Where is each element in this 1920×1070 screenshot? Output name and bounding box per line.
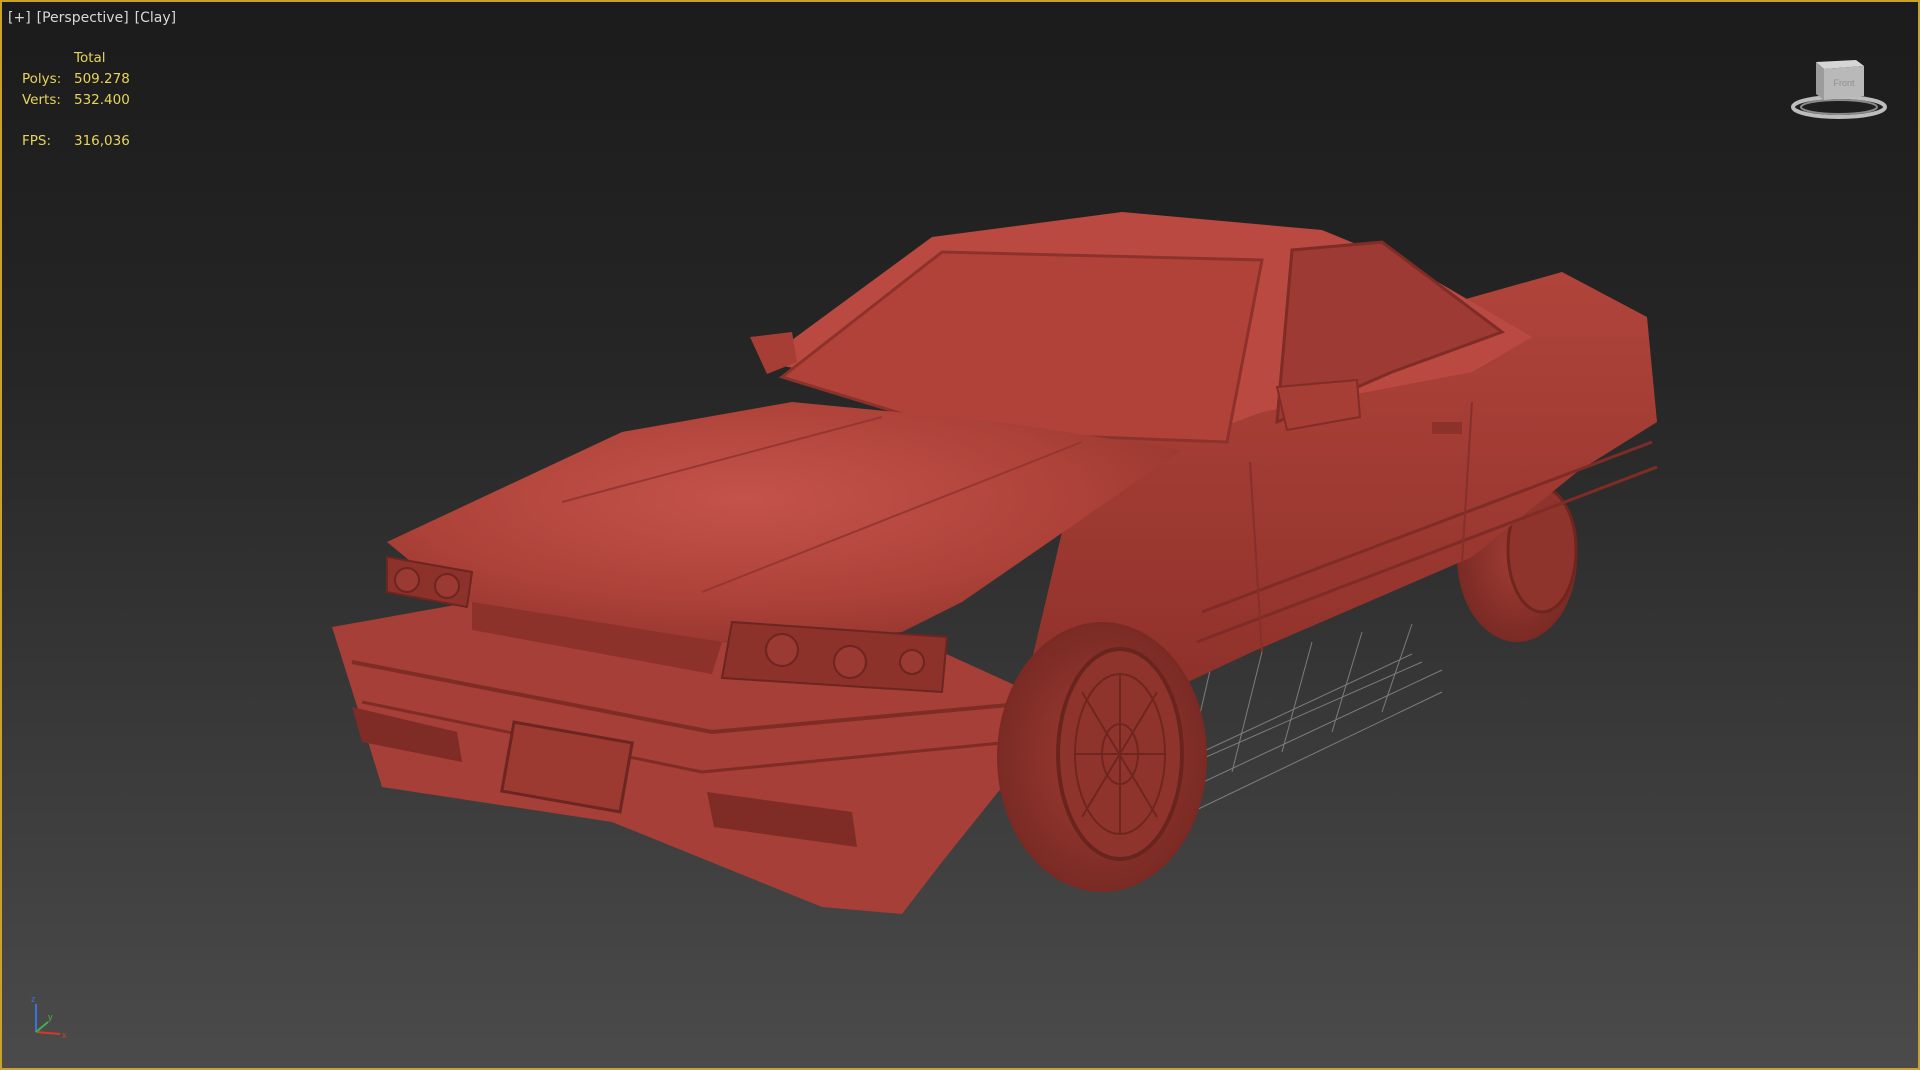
viewcube[interactable]: Front xyxy=(1784,52,1894,122)
door-handle xyxy=(1432,422,1462,434)
car-model[interactable] xyxy=(332,212,1658,914)
perspective-viewport[interactable]: [+] [Perspective] [Clay] Total Polys: 509… xyxy=(0,0,1920,1070)
car-model-scene[interactable] xyxy=(2,2,1918,1068)
left-mirror xyxy=(750,332,797,374)
axis-z-label: z xyxy=(31,994,36,1004)
axis-x-label: x xyxy=(62,1030,67,1040)
axis-y-label: y xyxy=(48,1012,53,1022)
viewcube-face-label: Front xyxy=(1833,78,1855,88)
axis-tripod: z x y xyxy=(26,992,76,1042)
